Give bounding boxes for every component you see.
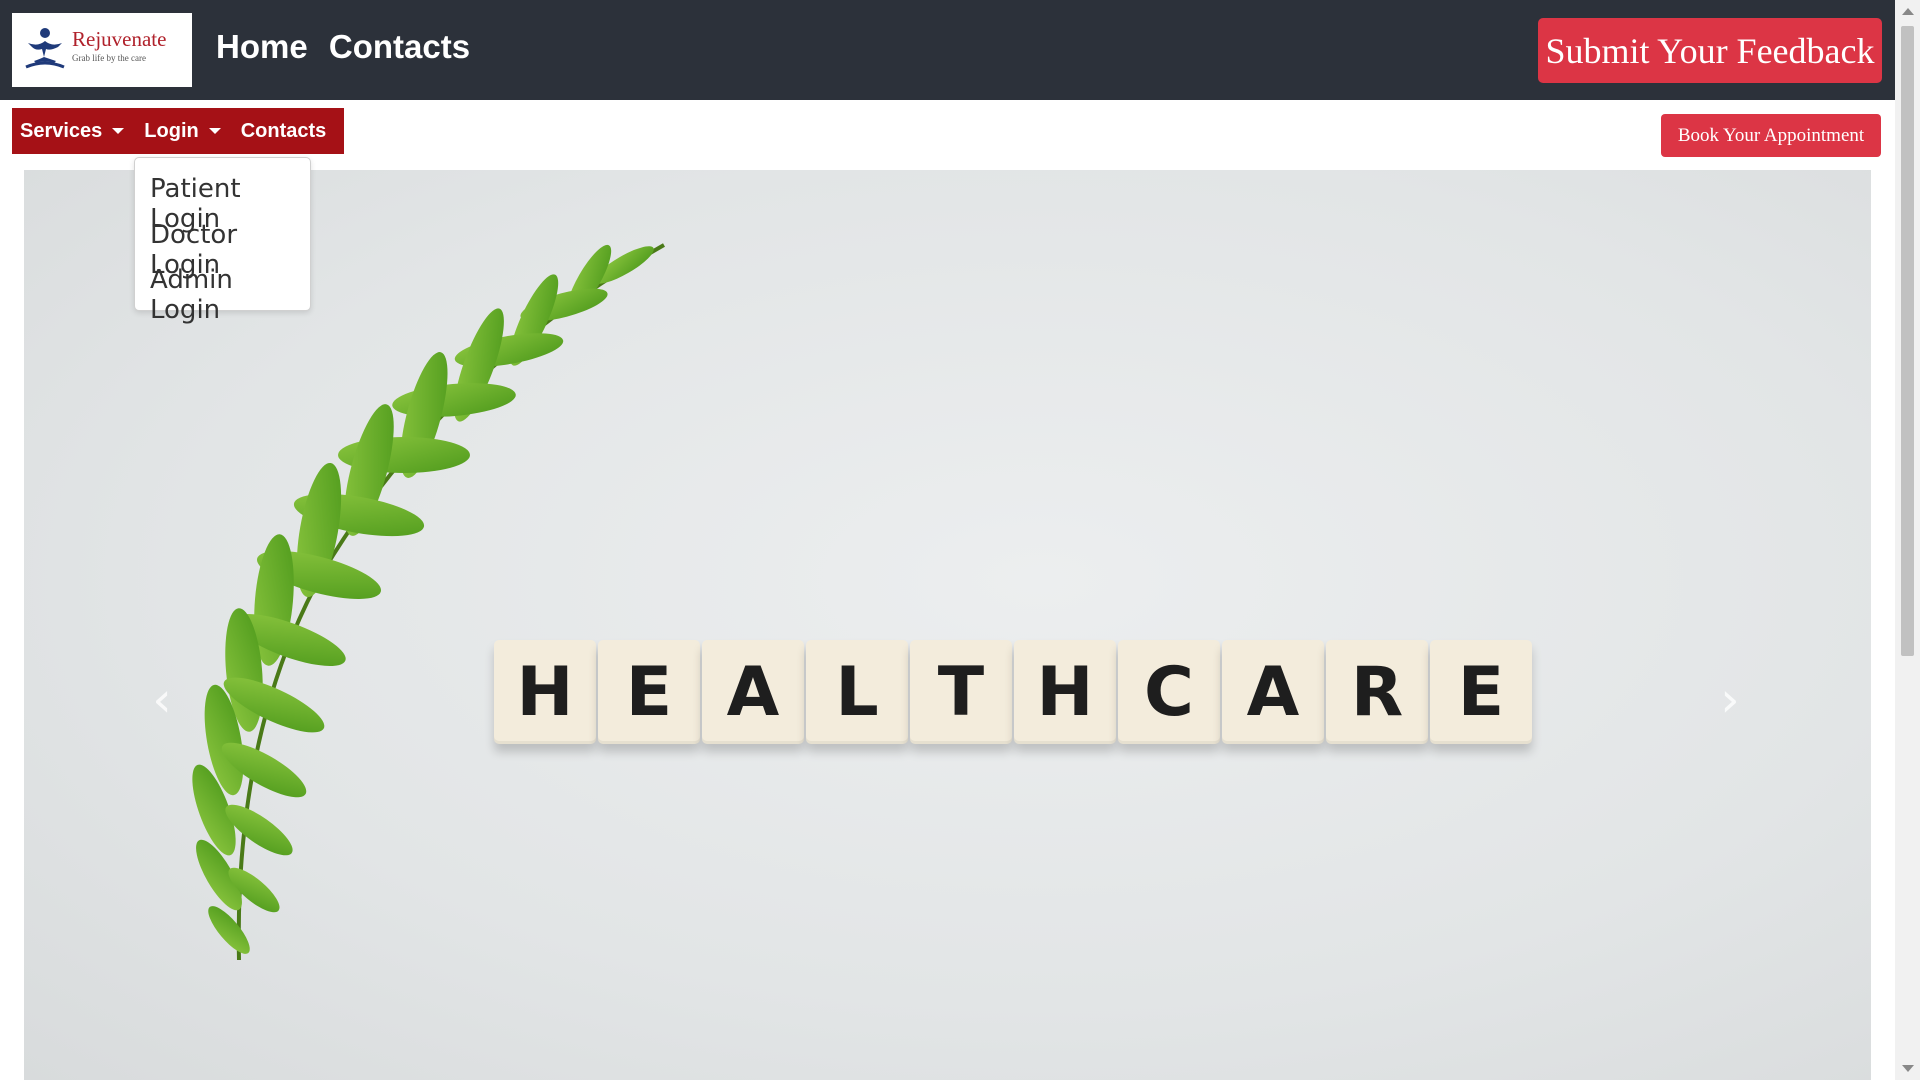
letter-tile: H [494, 640, 596, 744]
letter-tile: C [1118, 640, 1220, 744]
login-dropdown-menu: Patient Login Doctor Login Admin Login [134, 157, 311, 325]
scroll-thumb[interactable] [1901, 26, 1914, 656]
logo-tagline: Grab life by the care [72, 53, 146, 63]
letter-tile: A [702, 640, 804, 744]
letter-tile: A [1222, 640, 1324, 744]
services-label: Services [20, 119, 103, 142]
contacts-label: Contacts [240, 119, 327, 142]
letter-tile: E [1430, 640, 1532, 744]
logo-name: Rejuvenate [72, 27, 167, 51]
login-label: Login [144, 119, 199, 142]
yoga-figure-icon [25, 28, 65, 69]
nav-home-link[interactable]: Home [216, 28, 308, 65]
login-menu[interactable]: Login [134, 120, 230, 143]
carousel-next-icon[interactable]: › [1710, 670, 1750, 730]
caret-down-icon [208, 128, 221, 134]
page-scrollbar[interactable] [1895, 0, 1920, 1080]
nav-contacts-link[interactable]: Contacts [329, 28, 470, 65]
letter-tile: R [1326, 640, 1428, 744]
scroll-up-icon[interactable] [1902, 8, 1914, 15]
secondary-nav: Services Login Contacts [12, 108, 345, 154]
carousel-prev-icon[interactable]: ‹ [142, 670, 182, 730]
top-header: Rejuvenate Grab life by the care Home Co… [0, 0, 1895, 100]
contacts-menu[interactable]: Contacts [231, 120, 337, 143]
top-nav: Home Contacts [216, 28, 482, 66]
letter-tile: H [1014, 640, 1116, 744]
letter-tile: E [598, 640, 700, 744]
caret-down-icon [112, 128, 125, 134]
book-appointment-button[interactable]: Book Your Appointment [1661, 114, 1881, 157]
submit-feedback-button[interactable]: Submit Your Feedback [1538, 18, 1882, 83]
services-menu[interactable]: Services [20, 120, 134, 143]
logo[interactable]: Rejuvenate Grab life by the care [12, 13, 192, 87]
scroll-down-icon[interactable] [1902, 1065, 1914, 1072]
admin-login-item[interactable]: Admin Login [150, 265, 310, 325]
fern-leaf-illustration [192, 243, 665, 961]
letter-tile: L [806, 640, 908, 744]
letter-tile: T [910, 640, 1012, 744]
healthcare-tiles: H E A L T H C A R E [494, 640, 1532, 744]
